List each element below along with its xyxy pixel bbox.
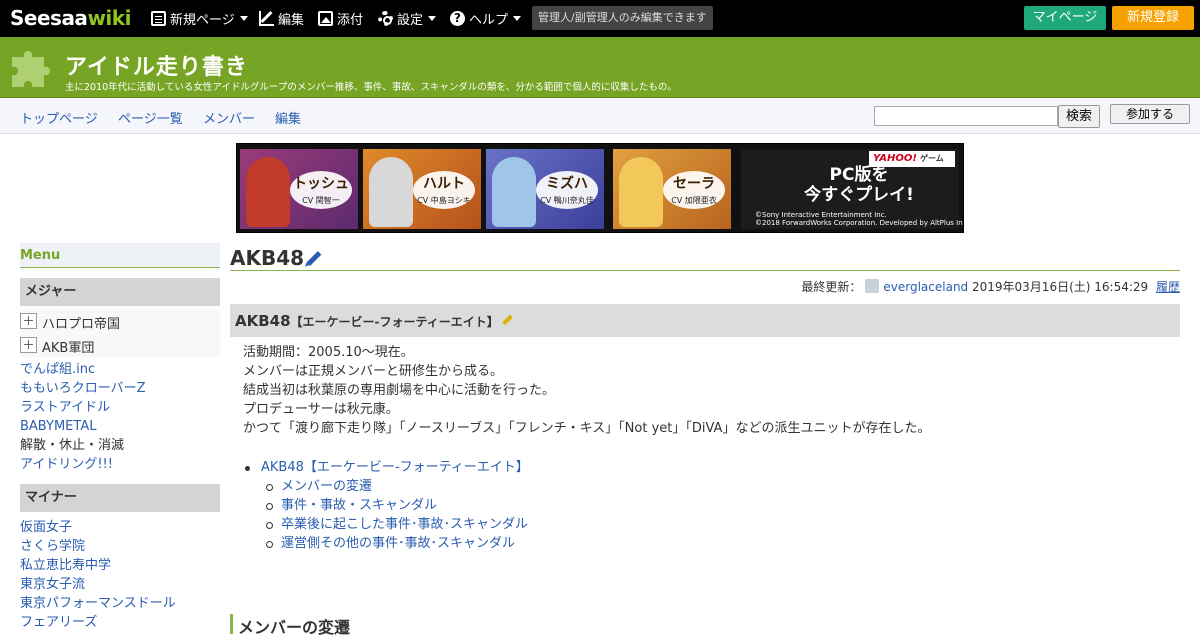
search-input[interactable] [874,106,1058,126]
sidebar-disbanded-label: 解散・休止・消滅 [20,438,125,453]
seesaa-wiki-logo[interactable]: Seesaa wiki [10,6,131,30]
search-button[interactable]: 検索 [1058,105,1100,128]
toc-link-members[interactable]: メンバーの変遷 [281,479,372,494]
top-bar: Seesaa wiki 新規ページ 編集 添付 設定 ? ヘルプ 管理人/副管理人… [0,0,1200,37]
expand-plus-icon[interactable] [20,337,37,353]
character-figure [492,157,536,227]
sidebar-link-dempagumi[interactable]: でんぱ組.inc [20,362,95,378]
subsection-heading-members: メンバーの変遷 [230,614,350,637]
banner-card: ハルト CV 中島ヨシキ [363,149,481,229]
sidebar-link-kamenjoshi[interactable]: 仮面女子 [20,520,72,536]
menu-attach[interactable]: 添付 [318,0,363,37]
page-title: AKB48 [230,246,305,270]
gear-icon [378,11,393,26]
character-figure [619,157,663,227]
nav-page-list[interactable]: ページ一覧 [118,108,183,127]
site-description: 主に2010年代に活動している女性アイドルグループのメンバー推移、事件、事故、ス… [65,82,677,93]
toc-link-incidents[interactable]: 事件・事故・スキャンダル [281,498,437,513]
character-figure [246,157,290,227]
sidebar-menu-heading: Menu [20,243,220,268]
sidebar-link-idoling[interactable]: アイドリング!!! [20,457,113,473]
user-avatar-icon [865,279,880,293]
banner-card: ミズハ CV 鴨川奈丸佳 [486,149,604,229]
chevron-down-icon [428,16,437,21]
section-heading: AKB48【エーケービー-フォーティーエイト】 [230,304,1180,337]
edit-permission-notice: 管理人/副管理人のみ編集できます [532,6,713,30]
sidebar-link-last-idol[interactable]: ラストアイドル [20,400,110,416]
sidebar-link-tpd[interactable]: 東京パフォーマンスドール [20,596,176,612]
global-nav: トップページ ページ一覧 メンバー 編集 検索 参加する [0,98,1200,134]
toc-link-top[interactable]: AKB48【エーケービー-フォーティーエイト】 [261,460,529,475]
banner-card: セーラ CV 加隈亜衣 [613,149,731,229]
menu-new-page[interactable]: 新規ページ [151,0,248,37]
character-figure [369,157,413,227]
toc-link-post-graduation[interactable]: 卒業後に起こした事件･事故･スキャンダル [281,517,528,532]
sidebar-link-momoclo[interactable]: ももいろクローバーZ [20,381,146,397]
title-divider [230,270,1180,271]
sidebar-link-fairies[interactable]: フェアリーズ [20,615,97,631]
nav-members[interactable]: メンバー [203,108,255,127]
history-link[interactable]: 履歴 [1156,280,1180,294]
ad-banner[interactable]: トッシュ CV 関智一 ハルト CV 中島ヨシキ ミズハ CV 鴨川奈丸佳 セーラ CV… [236,143,964,233]
sidebar-tree-akb[interactable]: AKB軍団 [20,333,220,357]
site-header: アイドル走り書き 主に2010年代に活動している女性アイドルグループのメンバー推… [0,37,1200,98]
last-updated: 最終更新： everglaceland 2019年03月16日(土) 16:54:… [801,279,1180,294]
sidebar-minor-heading: マイナー [20,484,220,512]
banner-card: トッシュ CV 関智一 [240,149,358,229]
menu-edit[interactable]: 編集 [259,0,304,37]
site-title[interactable]: アイドル走り書き [65,49,248,81]
edit-icon [259,11,274,26]
article-body: 活動期間：2005.10～現在。 メンバーは正規メンバーと研修生から成る。 結成… [243,345,931,436]
banner-cta: YAHOO! ゲーム PC版を 今すぐプレイ! ©Sony Interactive… [741,149,963,229]
image-icon [318,11,333,26]
nav-edit[interactable]: 編集 [275,108,301,127]
sidebar-link-sakura-gakuin[interactable]: さくら学院 [20,539,85,555]
toc-link-management[interactable]: 運営側その他の事件･事故･スキャンダル [281,536,515,551]
table-of-contents: AKB48【エーケービー-フォーティーエイト】 メンバーの変遷 事件・事故・スキ… [243,458,529,553]
document-icon [151,11,166,26]
sidebar-link-ebichu[interactable]: 私立恵比寿中学 [20,558,111,574]
mypage-button[interactable]: マイページ [1024,6,1106,30]
join-button[interactable]: 参加する [1110,104,1190,124]
sidebar-link-babymetal[interactable]: BABYMETAL [20,419,96,435]
sidebar-link-tgs[interactable]: 東京女子流 [20,577,85,593]
section-edit-pencil-icon[interactable] [502,314,513,326]
menu-settings[interactable]: 設定 [378,0,437,37]
nav-top-page[interactable]: トップページ [20,108,98,127]
edit-pencil-icon[interactable] [306,251,322,266]
chevron-down-icon [513,16,522,21]
updated-user-link[interactable]: everglaceland [883,280,968,294]
chevron-down-icon [239,16,248,21]
expand-plus-icon[interactable] [20,313,37,329]
register-button[interactable]: 新規登録 [1112,6,1194,30]
help-icon: ? [450,11,465,26]
sidebar-major-heading: メジャー [20,278,220,306]
puzzle-icon [12,51,50,87]
menu-help[interactable]: ? ヘルプ [450,0,522,37]
sidebar-tree-hello-project[interactable]: ハロプロ帝国 [20,309,220,333]
